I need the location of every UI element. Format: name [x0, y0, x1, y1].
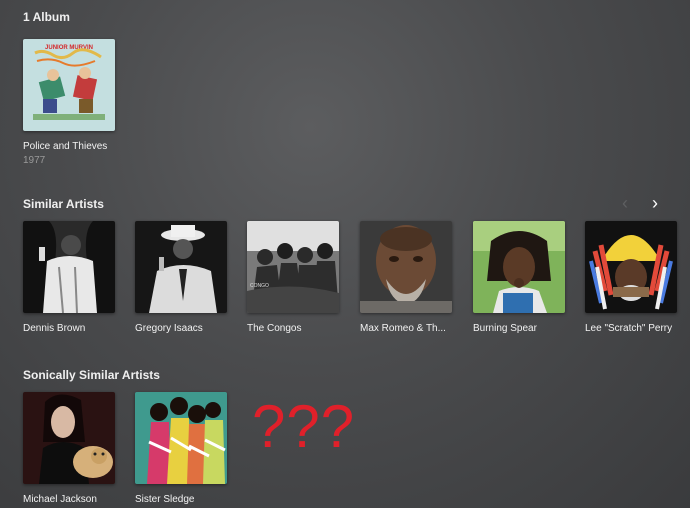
artist-photo[interactable] — [23, 221, 115, 313]
artist-photo[interactable] — [585, 221, 677, 313]
artist-name[interactable]: Dennis Brown — [23, 323, 118, 334]
question-marks-annotation: ??? — [252, 393, 356, 460]
album-year: 1977 — [23, 155, 46, 166]
artist-photo[interactable] — [360, 221, 452, 313]
artist-name[interactable]: Gregory Isaacs — [135, 323, 230, 334]
artist-card[interactable]: Lee "Scratch" Perry — [585, 221, 677, 334]
artist-card[interactable]: Max Romeo & Th... — [360, 221, 452, 334]
chevron-left-icon[interactable]: ‹ — [622, 194, 628, 212]
album-cover[interactable]: JUNIOR MURVIN — [23, 39, 115, 131]
album-card[interactable]: JUNIOR MURVIN Police and Thieves 1977 — [23, 39, 115, 166]
similar-artists-title: Similar Artists — [23, 197, 104, 211]
artist-card[interactable]: Burning Spear — [473, 221, 565, 334]
congos-photo-text: CONGO — [250, 283, 269, 289]
artist-card[interactable]: Sister Sledge — [135, 392, 227, 505]
artist-photo[interactable]: CONGO — [247, 221, 339, 313]
artist-card[interactable]: Dennis Brown — [23, 221, 115, 334]
artist-card[interactable]: CONGO The Congos — [247, 221, 339, 334]
chevron-right-icon[interactable]: › — [652, 194, 658, 212]
artist-photo[interactable] — [135, 392, 227, 484]
artist-name[interactable]: Sister Sledge — [135, 494, 230, 505]
artist-card[interactable]: Michael Jackson — [23, 392, 115, 505]
artist-photo[interactable] — [135, 221, 227, 313]
artist-name[interactable]: The Congos — [247, 323, 342, 334]
artist-name[interactable]: Burning Spear — [473, 323, 568, 334]
artist-photo[interactable] — [473, 221, 565, 313]
album-title[interactable]: Police and Thieves — [23, 141, 118, 152]
artist-photo[interactable] — [23, 392, 115, 484]
artist-card[interactable]: Gregory Isaacs — [135, 221, 227, 334]
artist-name[interactable]: Michael Jackson — [23, 494, 118, 505]
albums-section-title: 1 Album — [23, 10, 70, 24]
artist-name[interactable]: Lee "Scratch" Perry — [585, 323, 680, 334]
artist-name[interactable]: Max Romeo & Th... — [360, 323, 455, 334]
sonically-similar-title: Sonically Similar Artists — [23, 368, 160, 382]
